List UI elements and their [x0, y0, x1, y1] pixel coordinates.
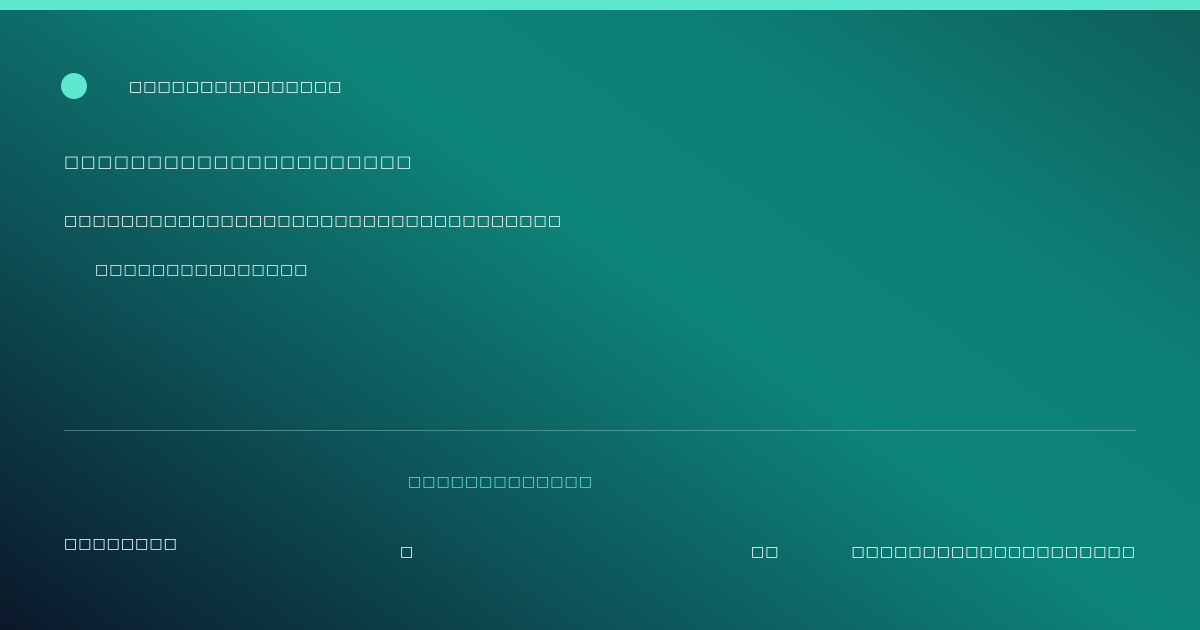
brand-logo-icon: [61, 73, 87, 99]
footer-highlight-text: □□□□□□□□□□□□□: [408, 474, 593, 490]
footer-divider: [64, 430, 1136, 431]
headline: □□□□□□□□□□□□□□□□□□□□□: [64, 152, 413, 171]
footer-center-right-text: □□: [751, 544, 780, 560]
tagline: □□□□□□□□□□□□□□□: [95, 262, 309, 278]
brand-name: □□□□□□□□□□□□□□□: [129, 79, 343, 95]
footer-left-text: □□□□□□□□: [64, 536, 178, 552]
footer-right-text: □□□□□□□□□□□□□□□□□□□□: [851, 544, 1136, 560]
top-accent-bar: [0, 0, 1200, 10]
footer-center-text: □: [400, 544, 414, 560]
subheadline: □□□□□□□□□□□□□□□□□□□□□□□□□□□□□□□□□□□: [64, 213, 562, 229]
